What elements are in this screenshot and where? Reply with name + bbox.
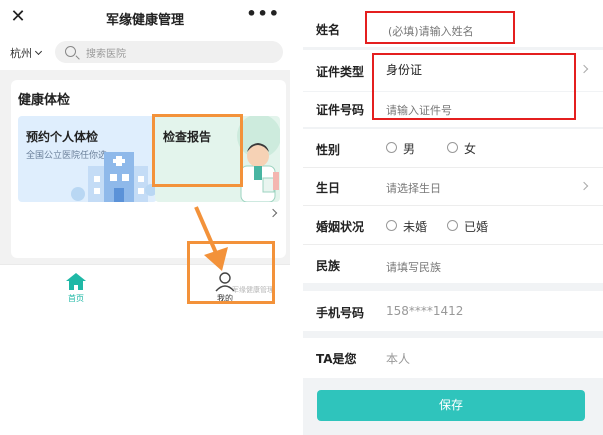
checkup-card: 健康体检 预约个人体检 全国公立医院任你选 检查报告 <box>11 80 286 258</box>
section-title: 健康体检 <box>18 93 71 108</box>
gender-male-radio[interactable] <box>386 142 397 153</box>
gender-male-text: 男 <box>403 142 416 156</box>
phone-row: 手机号码 158****1412 <box>303 291 603 331</box>
search-placeholder: 搜索医院 <box>86 49 126 60</box>
marital-married-text: 已婚 <box>464 220 489 234</box>
title-bar: ✕ 军缘健康管理 ••• <box>0 0 290 36</box>
birthday-label: 生日 <box>316 181 341 195</box>
search-input[interactable]: 搜索医院 <box>55 41 283 63</box>
app-title: 军缘健康管理 <box>105 13 184 28</box>
search-icon <box>65 46 76 57</box>
close-icon[interactable]: ✕ <box>8 6 28 28</box>
name-label: 姓名 <box>316 23 341 37</box>
chevron-right-icon <box>579 64 589 74</box>
hospital-illustration-icon <box>71 152 157 202</box>
gender-female-radio[interactable] <box>447 142 458 153</box>
ethnicity-label: 民族 <box>316 259 341 273</box>
city-selector[interactable]: 杭州 <box>10 45 43 61</box>
search-bar: 杭州 搜索医院 <box>0 36 290 70</box>
marital-unmarried-text: 未婚 <box>403 220 428 234</box>
birthday-row[interactable]: 生日 请选择生日 <box>303 168 603 205</box>
birthday-value: 请选择生日 <box>386 182 441 195</box>
save-button[interactable]: 保存 <box>317 390 585 421</box>
annotation-id-highlight <box>372 53 576 120</box>
edit-profile-form: 姓名 (必填)请输入姓名 证件类型 身份证 证件号码 请输入证件号 性别 男 女… <box>303 0 603 435</box>
chevron-down-icon <box>34 47 43 56</box>
home-icon <box>66 273 86 290</box>
relation-row: TA是您 本人 <box>303 338 603 378</box>
marital-married-radio[interactable] <box>447 220 458 231</box>
marital-label: 婚姻状况 <box>316 220 365 234</box>
relation-value[interactable]: 本人 <box>386 350 410 367</box>
gender-label: 性别 <box>316 143 341 157</box>
annotation-arrow <box>194 206 228 271</box>
chevron-right-icon <box>579 181 589 191</box>
phone-value[interactable]: 158****1412 <box>386 304 463 318</box>
gender-row: 性别 男 女 <box>303 129 603 167</box>
book-personal-checkup-tile[interactable]: 预约个人体检 全国公立医院任你选 <box>18 116 157 202</box>
marital-row: 婚姻状况 未婚 已婚 <box>303 206 603 244</box>
marital-unmarried-radio[interactable] <box>386 220 397 231</box>
chevron-right-icon[interactable] <box>268 208 278 218</box>
more-icon[interactable]: ••• <box>246 4 280 23</box>
nav-home[interactable]: 首页 <box>58 270 94 304</box>
id-type-label: 证件类型 <box>316 65 365 79</box>
id-number-label: 证件号码 <box>316 103 365 117</box>
nav-home-label: 首页 <box>68 294 84 303</box>
ethnicity-input[interactable]: 请填写民族 <box>386 259 441 275</box>
ethnicity-row: 民族 请填写民族 <box>303 245 603 283</box>
gender-female-text: 女 <box>464 142 477 156</box>
phone-label: 手机号码 <box>316 306 365 320</box>
annotation-report-highlight <box>152 114 243 187</box>
relation-label: TA是您 <box>316 352 357 366</box>
annotation-name-highlight <box>365 11 515 44</box>
city-label: 杭州 <box>10 47 32 60</box>
